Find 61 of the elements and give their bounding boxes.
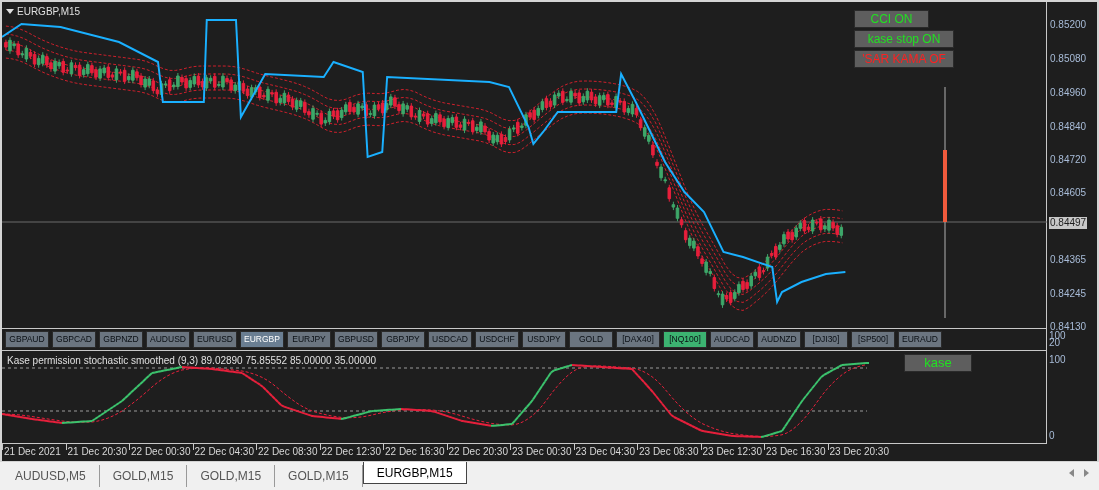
axis-label: 100 [1049,354,1066,366]
symbol-button[interactable]: [NQ100] [663,331,707,348]
chart-tab[interactable]: GOLD,M15 [99,465,188,487]
symbol-button[interactable]: AUDCAD [710,331,754,348]
symbol-button[interactable]: EURJPY [287,331,331,348]
symbol-button[interactable]: EURGBP [240,331,284,348]
time-label: 22 Dec 08:30 [258,446,319,458]
price-label: 0.84245 [1049,288,1088,300]
time-label: 23 Dec 20:30 [829,446,890,458]
time-label: 21 Dec 2021 [4,446,62,458]
symbol-button[interactable]: USDJPY [522,331,566,348]
chart-title: EURGBP,M15 [17,5,81,19]
price-label: 0.84720 [1049,154,1088,166]
symbol-button[interactable]: USDCHF [475,331,519,348]
symbol-button[interactable]: EURAUD [898,331,942,348]
scroll-right-icon[interactable] [1084,469,1089,477]
symbol-button[interactable]: GBPNZD [99,331,143,348]
time-label: 22 Dec 00:30 [131,446,192,458]
time-label: 23 Dec 00:30 [512,446,573,458]
toggle-button[interactable]: CCI ON [854,10,929,28]
indicator-title: Kase permission stochastic smoothed (9,3) 89.02890 75.85552 85.00000 35.00000 [7,354,377,368]
axis-label: 20 [1049,338,1061,348]
price-label: 0.84365 [1049,254,1088,266]
axis-label: 0 [1049,430,1055,442]
symbol-button[interactable]: EURUSD [193,331,237,348]
time-label: 23 Dec 16:30 [766,446,827,458]
symbol-button[interactable]: [DAX40] [616,331,660,348]
time-label: 22 Dec 12:30 [321,446,382,458]
symbol-button[interactable]: GBPAUD [5,331,49,348]
price-label: 0.84840 [1049,121,1088,133]
symbol-button[interactable]: AUDNZD [757,331,801,348]
price-label: 0.84497 [1049,217,1088,229]
symbol-button[interactable]: AUDUSD [146,331,190,348]
symbol-button[interactable]: [DJI30] [804,331,848,348]
range-bar [943,150,947,222]
time-label: 23 Dec 08:30 [639,446,700,458]
symbol-button[interactable]: GBPJPY [381,331,425,348]
time-label: 22 Dec 20:30 [448,446,509,458]
price-label: 0.85080 [1049,53,1088,65]
symbol-button[interactable]: GBPUSD [334,331,378,348]
symbol-button[interactable]: GOLD [569,331,613,348]
time-label: 22 Dec 16:30 [385,446,446,458]
symbol-button[interactable]: [SP500] [851,331,895,348]
time-label: 21 Dec 20:30 [67,446,128,458]
chart-tab[interactable]: EURGBP,M15 [362,462,467,484]
chart-tab[interactable]: AUDUSD,M5 [2,465,100,487]
time-label: 23 Dec 12:30 [702,446,763,458]
time-label: 23 Dec 04:30 [575,446,636,458]
chart-tab[interactable]: GOLD,M15 [187,465,276,487]
symbol-button[interactable]: USDCAD [428,331,472,348]
toggle-button[interactable]: kase stop ON [854,30,954,48]
price-label: 0.84960 [1049,87,1088,99]
price-label: 0.84130 [1050,321,1088,332]
dropdown-icon[interactable] [6,9,14,14]
chart-tab[interactable]: GOLD,M15 [275,465,363,487]
price-label: 0.85200 [1049,19,1088,31]
symbol-button[interactable]: GBPCAD [52,331,96,348]
price-label: 0.84605 [1049,187,1088,199]
kase-button[interactable]: kase [904,354,972,372]
time-label: 22 Dec 04:30 [194,446,255,458]
scroll-left-icon[interactable] [1069,469,1074,477]
